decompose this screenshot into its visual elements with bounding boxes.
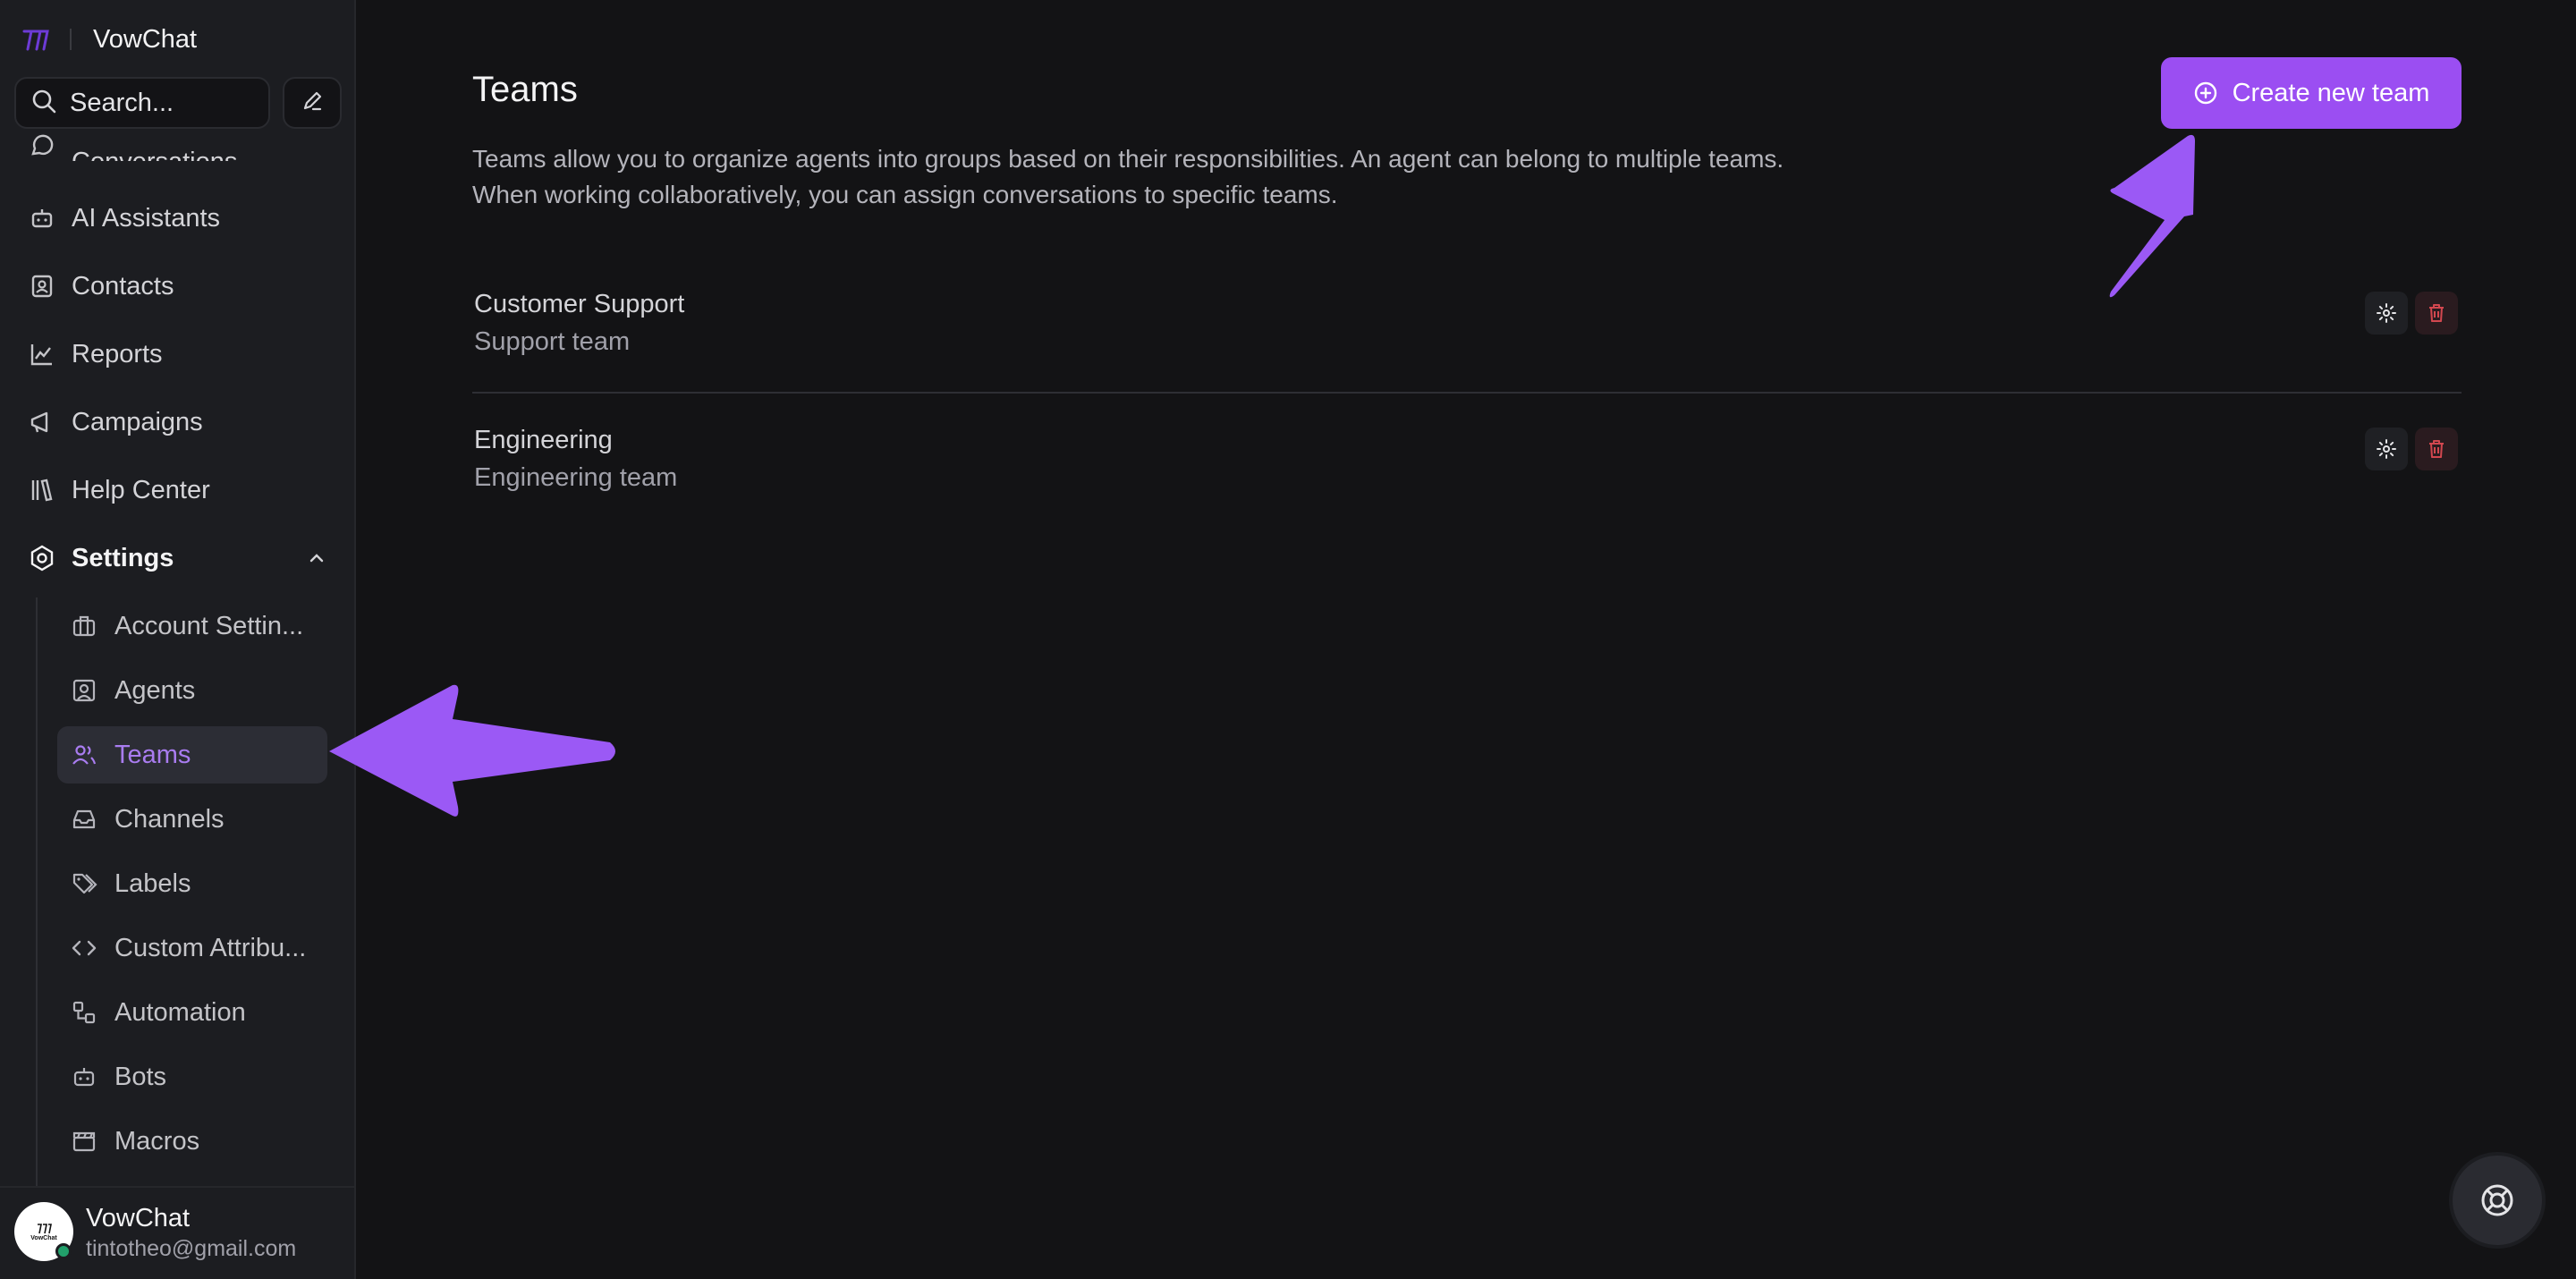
sidebar-item-teams[interactable]: Teams (57, 726, 327, 783)
sidebar-item-label: Settings (72, 543, 174, 572)
gear-icon (2377, 439, 2396, 459)
sidebar-item-label: Campaigns (72, 407, 203, 436)
sidebar-item-automation[interactable]: Automation (57, 984, 327, 1041)
sidebar-item-ai-assistants[interactable]: AI Assistants (27, 193, 220, 243)
users-icon (70, 741, 98, 769)
app-name: VowChat (93, 24, 198, 54)
search-icon (30, 88, 57, 119)
sidebar: VowChat Search... Conversations AI Assis… (0, 0, 356, 1279)
sidebar-item-conversations[interactable]: Conversations (27, 125, 237, 161)
brand-separator (70, 29, 72, 50)
plus-circle-icon (2193, 80, 2220, 106)
brand: VowChat (20, 20, 197, 59)
page-title: Teams (472, 70, 578, 109)
chat-icon (27, 131, 57, 161)
trash-icon (2429, 440, 2444, 458)
settings-submenu-rail (36, 597, 38, 1188)
sidebar-item-label: Custom Attribu... (114, 933, 307, 962)
compose-button[interactable] (283, 77, 342, 129)
sidebar-item-label: Channels (114, 804, 225, 834)
sidebar-item-reports[interactable]: Reports (27, 329, 163, 379)
team-delete-button[interactable] (2415, 428, 2458, 470)
sidebar-item-settings[interactable]: Settings (27, 533, 174, 583)
team-name: Engineering (474, 426, 613, 454)
team-description: Engineering team (474, 463, 678, 492)
sidebar-item-label: Account Settin... (114, 611, 304, 640)
briefcase-icon (70, 612, 98, 640)
inbox-icon (70, 805, 98, 834)
line-chart-icon (27, 339, 57, 369)
tags-icon (70, 869, 98, 898)
team-settings-button[interactable] (2365, 428, 2408, 470)
create-new-team-label: Create new team (2232, 78, 2430, 107)
annotation-arrow-left-icon (329, 684, 615, 817)
sidebar-item-help-center[interactable]: Help Center (27, 465, 210, 515)
contact-card-icon (27, 271, 57, 301)
sidebar-item-agents[interactable]: Agents (57, 662, 327, 719)
user-square-icon (70, 676, 98, 705)
team-row: Engineering Engineering team (472, 395, 2462, 529)
sidebar-item-labels[interactable]: Labels (57, 855, 327, 912)
gear-icon (2377, 303, 2396, 323)
clapperboard-icon (70, 1127, 98, 1156)
sidebar-item-label: Macros (114, 1126, 200, 1156)
sidebar-item-label: Conversations (72, 148, 237, 161)
help-button[interactable] (2449, 1152, 2546, 1249)
online-status-dot (55, 1243, 72, 1259)
library-icon (27, 475, 57, 505)
search-input[interactable]: Search... (14, 77, 270, 129)
sidebar-item-custom-attributes[interactable]: Custom Attribu... (57, 919, 327, 977)
user-name: VowChat (86, 1204, 191, 1232)
sidebar-item-contacts[interactable]: Contacts (27, 261, 174, 311)
sidebar-item-bots[interactable]: Bots (57, 1048, 327, 1105)
sidebar-item-campaigns[interactable]: Campaigns (27, 397, 203, 447)
sidebar-item-label: Teams (114, 740, 191, 769)
user-profile[interactable]: VowChat VowChat tintotheo@gmail.com (0, 1186, 354, 1279)
avatar-text: VowChat (30, 1234, 57, 1241)
sidebar-item-label: Automation (114, 997, 246, 1027)
sidebar-item-macros[interactable]: Macros (57, 1113, 327, 1170)
create-new-team-button[interactable]: Create new team (2161, 57, 2462, 129)
lifebuoy-icon (2481, 1184, 2513, 1216)
sidebar-item-label: Contacts (72, 271, 174, 301)
team-settings-button[interactable] (2365, 292, 2408, 335)
workflow-icon (70, 998, 98, 1027)
sidebar-item-label: Reports (72, 339, 163, 368)
team-description: Support team (474, 327, 631, 356)
sidebar-item-account-settings[interactable]: Account Settin... (57, 597, 327, 655)
chevron-up-icon[interactable] (304, 546, 329, 571)
sidebar-item-label: Labels (114, 868, 191, 898)
team-divider (472, 392, 2462, 394)
search-placeholder: Search... (70, 88, 174, 117)
sidebar-item-label: Help Center (72, 475, 210, 504)
code-icon (70, 934, 98, 962)
page-description: Teams allow you to organize agents into … (472, 145, 1784, 208)
main-content: Teams Teams allow you to organize agents… (358, 0, 2576, 1279)
annotation-arrow-up-icon (2109, 134, 2195, 298)
vowchat-logo-icon (38, 1223, 52, 1233)
avatar[interactable]: VowChat (14, 1202, 73, 1261)
sidebar-item-label: AI Assistants (72, 203, 221, 233)
gear-hex-icon (27, 543, 57, 573)
team-name: Customer Support (474, 290, 685, 318)
sidebar-item-label: Bots (114, 1062, 167, 1091)
team-delete-button[interactable] (2415, 292, 2458, 335)
bot-icon (70, 1063, 98, 1091)
user-email: tintotheo@gmail.com (86, 1236, 297, 1261)
vowchat-logo-icon[interactable] (20, 23, 52, 55)
megaphone-icon (27, 407, 57, 437)
sidebar-item-channels[interactable]: Channels (57, 791, 327, 848)
sidebar-item-label: Agents (114, 675, 196, 705)
bot-icon (27, 203, 57, 233)
pencil-icon (301, 89, 324, 117)
trash-icon (2429, 304, 2444, 322)
